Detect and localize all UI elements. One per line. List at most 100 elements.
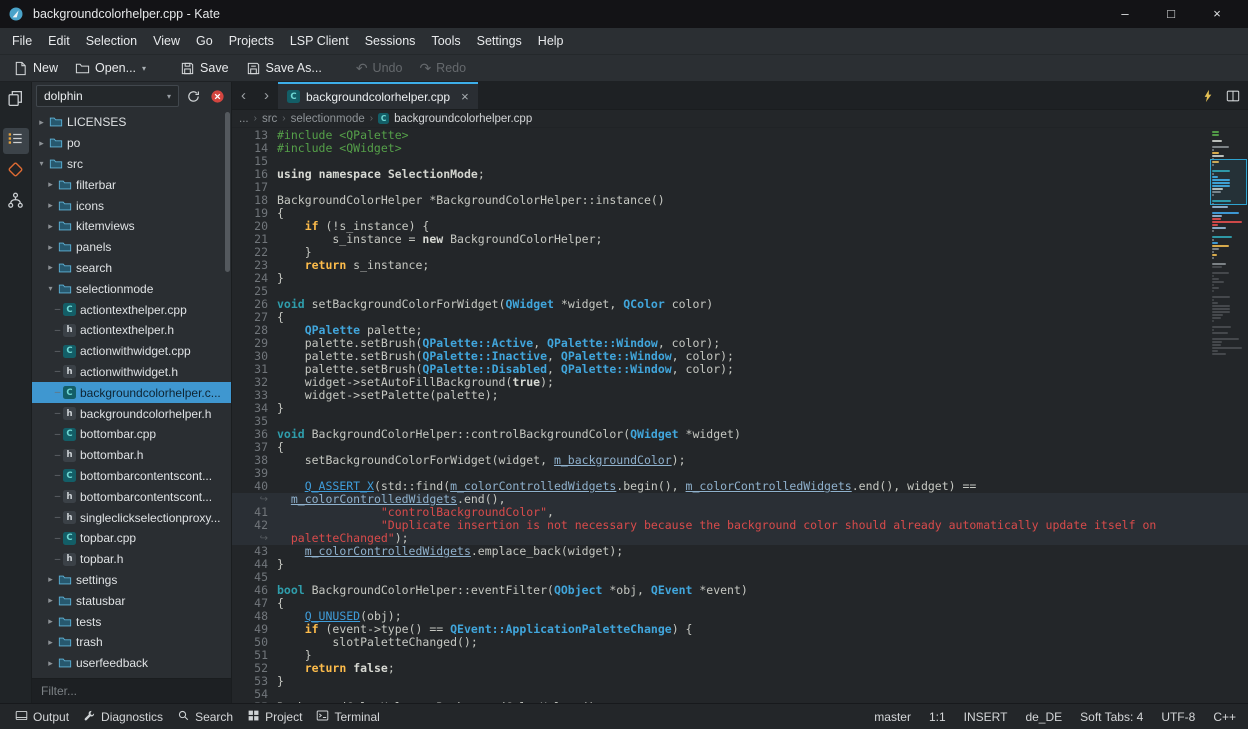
tree-item-topbar-h[interactable]: –htopbar.h bbox=[32, 549, 231, 570]
tree-item-actiontexthelper-cpp[interactable]: –Cactiontexthelper.cpp bbox=[32, 299, 231, 320]
minimap-viewport[interactable] bbox=[1210, 159, 1247, 205]
tree-item-selectionmode[interactable]: ▾selectionmode bbox=[32, 278, 231, 299]
tree-item-tests[interactable]: ▸tests bbox=[32, 611, 231, 632]
code-line[interactable]: 53} bbox=[232, 675, 1248, 688]
tree-item-src[interactable]: ▾src bbox=[32, 154, 231, 175]
menu-projects[interactable]: Projects bbox=[221, 28, 282, 55]
chevron-right-icon[interactable]: ▸ bbox=[45, 658, 56, 669]
statusbar-c[interactable]: C++ bbox=[1213, 710, 1236, 724]
chevron-right-icon[interactable]: ▸ bbox=[45, 200, 56, 211]
tree-item-settings[interactable]: ▸settings bbox=[32, 570, 231, 591]
line-number[interactable]: 42 bbox=[232, 519, 277, 532]
menu-view[interactable]: View bbox=[145, 28, 188, 55]
close-button[interactable]: × bbox=[1194, 0, 1240, 28]
back-button[interactable]: ‹ bbox=[232, 82, 255, 109]
tree-item-statusbar[interactable]: ▸statusbar bbox=[32, 590, 231, 611]
menu-edit[interactable]: Edit bbox=[40, 28, 78, 55]
tree-item-singleclickselectionproxy[interactable]: –hsingleclickselectionproxy... bbox=[32, 507, 231, 528]
tree-item-search[interactable]: ▸search bbox=[32, 258, 231, 279]
chevron-right-icon[interactable]: ▸ bbox=[45, 574, 56, 585]
statusbar-1-1[interactable]: 1:1 bbox=[929, 710, 946, 724]
code-line[interactable]: 50 slotPaletteChanged(); bbox=[232, 636, 1248, 649]
statusbar-utf-8[interactable]: UTF-8 bbox=[1161, 710, 1195, 724]
line-number[interactable]: 55 bbox=[232, 701, 277, 703]
tree-filter-input[interactable] bbox=[32, 678, 231, 703]
code-line[interactable]: 21 s_instance = new BackgroundColorHelpe… bbox=[232, 233, 1248, 246]
breadcrumb-item-backgroundcolorhelper-cpp[interactable]: backgroundcolorhelper.cpp bbox=[394, 113, 532, 125]
minimize-button[interactable]: – bbox=[1102, 0, 1148, 28]
tree-item-backgroundcolorhelper-c[interactable]: –Cbackgroundcolorhelper.c... bbox=[32, 382, 231, 403]
menu-lsp-client[interactable]: LSP Client bbox=[282, 28, 357, 55]
chevron-right-icon[interactable]: ▸ bbox=[36, 117, 47, 128]
code-editor[interactable]: 13#include <QPalette>14#include <QWidget… bbox=[232, 128, 1248, 703]
statusbar-diagnostics-button[interactable]: Diagnostics bbox=[76, 709, 170, 725]
chevron-right-icon[interactable]: ▸ bbox=[45, 262, 56, 273]
code-line[interactable]: 33 widget->setPalette(palette); bbox=[232, 389, 1248, 402]
menu-go[interactable]: Go bbox=[188, 28, 221, 55]
tree-item-backgroundcolorhelper-h[interactable]: –hbackgroundcolorhelper.h bbox=[32, 403, 231, 424]
statusbar-soft-tabs-4[interactable]: Soft Tabs: 4 bbox=[1080, 710, 1143, 724]
code-line[interactable]: 24} bbox=[232, 272, 1248, 285]
code-line[interactable]: 36void BackgroundColorHelper::controlBac… bbox=[232, 428, 1248, 441]
tree-item-trash[interactable]: ▸trash bbox=[32, 632, 231, 653]
code-line[interactable]: 38 setBackgroundColorForWidget(widget, m… bbox=[232, 454, 1248, 467]
new-button[interactable]: New bbox=[6, 58, 65, 79]
menu-sessions[interactable]: Sessions bbox=[357, 28, 424, 55]
line-number[interactable]: 40 bbox=[232, 480, 277, 493]
code-line[interactable]: 18BackgroundColorHelper *BackgroundColor… bbox=[232, 194, 1248, 207]
toolview-projects-button[interactable] bbox=[3, 128, 29, 154]
menu-file[interactable]: File bbox=[4, 28, 40, 55]
tree-item-bottombarcontentscont[interactable]: –hbottombarcontentscont... bbox=[32, 486, 231, 507]
tree-item-actiontexthelper-h[interactable]: –hactiontexthelper.h bbox=[32, 320, 231, 341]
tab-close-icon[interactable]: × bbox=[461, 89, 469, 104]
tree-item-kitemviews[interactable]: ▸kitemviews bbox=[32, 216, 231, 237]
project-selector[interactable]: dolphin ▾ bbox=[36, 85, 179, 107]
code-line[interactable]: 52 return false; bbox=[232, 662, 1248, 675]
tree-item-actionwithwidget-cpp[interactable]: –Cactionwithwidget.cpp bbox=[32, 341, 231, 362]
tree-item-po[interactable]: ▸po bbox=[32, 133, 231, 154]
tree-item-topbar-cpp[interactable]: –Ctopbar.cpp bbox=[32, 528, 231, 549]
close-project-button[interactable] bbox=[207, 86, 227, 106]
tree-item-userfeedback[interactable]: ▸userfeedback bbox=[32, 653, 231, 674]
code-line[interactable]: 16using namespace SelectionMode; bbox=[232, 168, 1248, 181]
menu-tools[interactable]: Tools bbox=[423, 28, 468, 55]
tree-item-bottombar-cpp[interactable]: –Cbottombar.cpp bbox=[32, 424, 231, 445]
tree-item-actionwithwidget-h[interactable]: –hactionwithwidget.h bbox=[32, 362, 231, 383]
statusbar-insert[interactable]: INSERT bbox=[964, 710, 1008, 724]
statusbar-terminal-button[interactable]: Terminal bbox=[309, 709, 386, 725]
tree-item-licenses[interactable]: ▸LICENSES bbox=[32, 112, 231, 133]
chevron-right-icon[interactable]: ▸ bbox=[45, 242, 56, 253]
toolview-git-button[interactable] bbox=[3, 159, 29, 185]
statusbar-project-button[interactable]: Project bbox=[240, 709, 309, 725]
chevron-right-icon[interactable]: ▸ bbox=[45, 595, 56, 606]
menu-settings[interactable]: Settings bbox=[469, 28, 530, 55]
undo-button[interactable]: ↶Undo bbox=[349, 58, 410, 78]
chevron-right-icon[interactable]: ▸ bbox=[45, 616, 56, 627]
maximize-button[interactable]: □ bbox=[1148, 0, 1194, 28]
chevron-down-icon[interactable]: ▾ bbox=[36, 159, 47, 168]
forward-button[interactable]: › bbox=[255, 82, 278, 109]
code-line[interactable]: 23 return s_instance; bbox=[232, 259, 1248, 272]
tree-item-bottombarcontentscont[interactable]: –Cbottombarcontentscont... bbox=[32, 466, 231, 487]
chevron-right-icon[interactable]: ▸ bbox=[45, 637, 56, 648]
statusbar-master[interactable]: master bbox=[869, 710, 911, 724]
split-view-button[interactable] bbox=[1223, 86, 1243, 106]
toolview-documents-button[interactable] bbox=[3, 88, 29, 114]
code-line[interactable]: 14#include <QWidget> bbox=[232, 142, 1248, 155]
tab-backgroundcolorhelper[interactable]: C backgroundcolorhelper.cpp × bbox=[278, 82, 478, 109]
redo-button[interactable]: ↷Redo bbox=[412, 58, 473, 78]
refresh-button[interactable] bbox=[183, 86, 203, 106]
statusbar-output-button[interactable]: Output bbox=[8, 709, 76, 725]
code-line[interactable]: 46bool BackgroundColorHelper::eventFilte… bbox=[232, 584, 1248, 597]
tree-item-panels[interactable]: ▸panels bbox=[32, 237, 231, 258]
chevron-right-icon[interactable]: ▸ bbox=[36, 138, 47, 149]
chevron-right-icon[interactable]: ▸ bbox=[45, 179, 56, 190]
code-line[interactable]: 43 m_colorControlledWidgets.emplace_back… bbox=[232, 545, 1248, 558]
code-line[interactable]: 26void setBackgroundColorForWidget(QWidg… bbox=[232, 298, 1248, 311]
chevron-down-icon[interactable]: ▾ bbox=[45, 284, 56, 293]
quick-actions-bolt-icon[interactable] bbox=[1198, 86, 1218, 106]
tree-item-filterbar[interactable]: ▸filterbar bbox=[32, 174, 231, 195]
minimap[interactable] bbox=[1212, 131, 1246, 356]
open-button[interactable]: Open...▾ bbox=[68, 58, 153, 79]
breadcrumb-item-selectionmode[interactable]: selectionmode bbox=[291, 113, 365, 125]
